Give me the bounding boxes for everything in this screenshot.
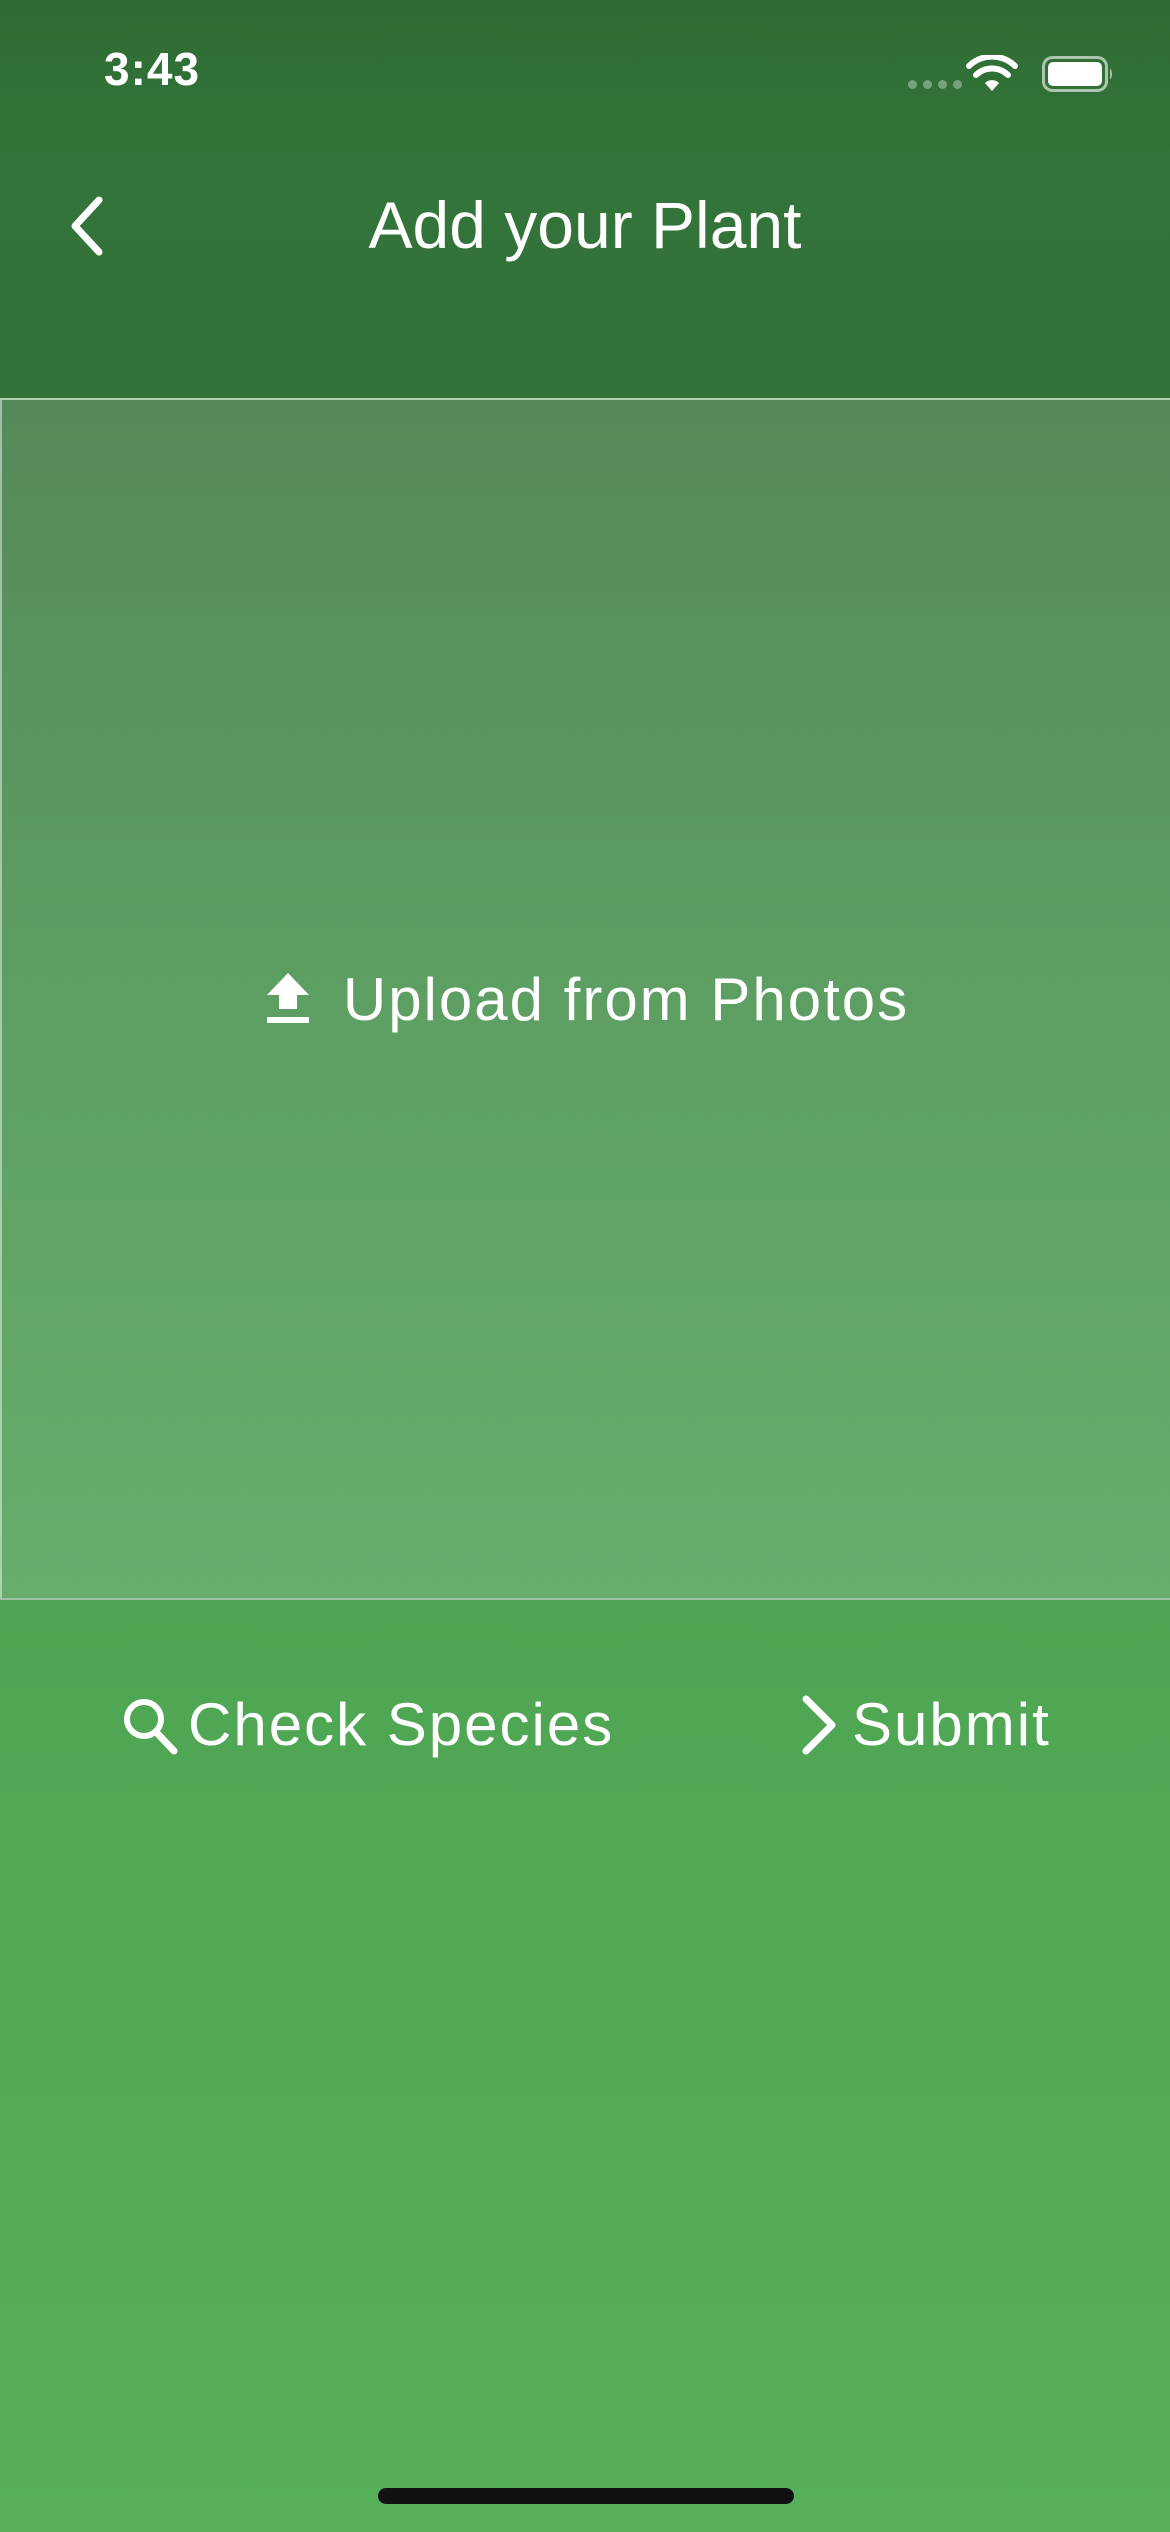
upload-icon xyxy=(266,973,309,1023)
chevron-right-icon xyxy=(802,1695,836,1754)
navigation-bar: Add your Plant xyxy=(0,150,1170,400)
cellular-signal-icon xyxy=(908,80,962,89)
upload-from-photos-button[interactable]: Upload from Photos xyxy=(0,398,1170,1600)
check-species-label: Check Species xyxy=(188,1691,615,1758)
upload-label: Upload from Photos xyxy=(342,965,910,1033)
upload-content: Upload from Photos xyxy=(263,965,909,1034)
action-row: Check Species Submit xyxy=(0,1690,1170,1766)
check-species-button[interactable]: Check Species xyxy=(120,1690,614,1759)
add-plant-screen: 3:43 Add your Plant Upload from Photos C… xyxy=(0,0,1170,2532)
status-bar: 3:43 xyxy=(0,0,1170,150)
home-indicator[interactable] xyxy=(378,2488,794,2504)
battery-icon xyxy=(1042,56,1112,92)
search-icon xyxy=(124,1698,178,1754)
status-time: 3:43 xyxy=(104,43,201,95)
submit-label: Submit xyxy=(852,1691,1051,1758)
wifi-icon xyxy=(966,55,1018,91)
submit-button[interactable]: Submit xyxy=(794,1690,1051,1759)
page-title: Add your Plant xyxy=(368,188,802,262)
